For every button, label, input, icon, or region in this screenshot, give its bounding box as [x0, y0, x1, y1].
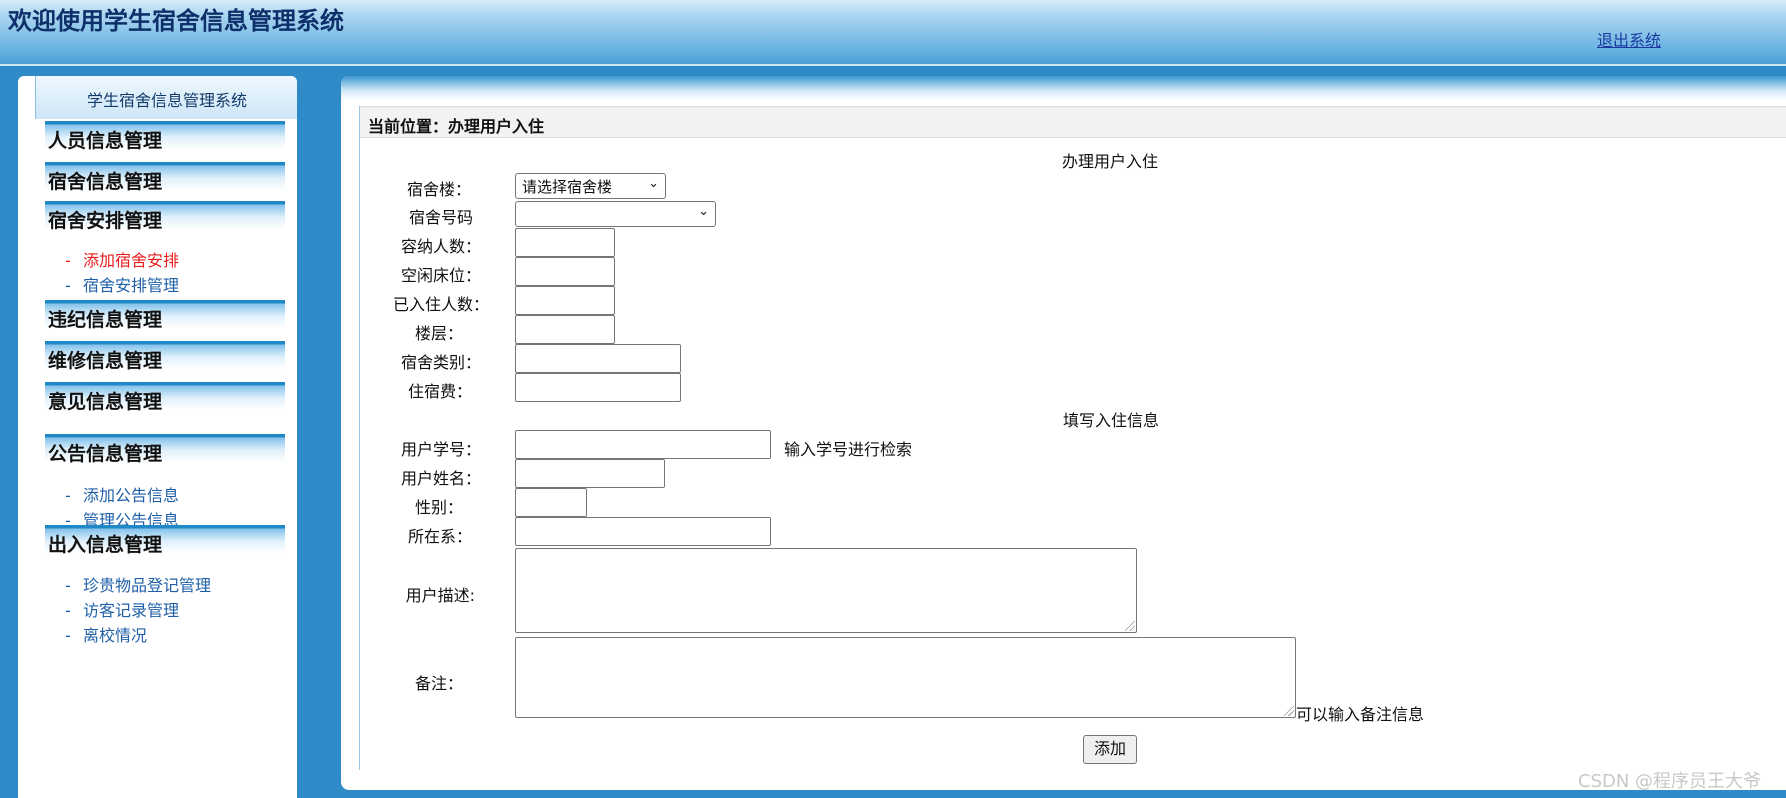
sidebar-item-label: 宿舍信息管理	[48, 171, 163, 193]
free-beds-field[interactable]	[515, 257, 615, 286]
building-label: 宿舍楼：	[406, 180, 471, 199]
occupied-field[interactable]	[515, 286, 615, 315]
sidebar-item-repair[interactable]: 维修信息管理	[45, 341, 285, 372]
fee-label: 住宿费：	[407, 382, 472, 401]
floor-field[interactable]	[515, 315, 615, 344]
sidebar-item-label: 宿舍安排管理	[48, 210, 163, 232]
name-field[interactable]	[515, 459, 665, 488]
occupied-label: 已入住人数：	[392, 295, 489, 314]
description-label: 用户描述:	[405, 586, 475, 605]
resize-grip-icon[interactable]	[1284, 706, 1294, 716]
sidebar-item-label: 出入信息管理	[48, 534, 163, 556]
remark-label: 备注：	[414, 674, 463, 693]
sidebar-link-visitors[interactable]: - 访客记录管理	[65, 597, 179, 621]
site-title: 欢迎使用学生宿舍信息管理系统	[8, 7, 344, 35]
building-select-value: 请选择宿舍楼	[522, 178, 613, 196]
remark-hint: 可以输入备注信息	[1296, 705, 1425, 724]
breadcrumb: 当前位置：办理用户入住	[360, 106, 1786, 138]
student-id-field[interactable]	[515, 430, 771, 459]
capacity-field[interactable]	[515, 228, 615, 257]
sidebar-link-valuables[interactable]: - 珍贵物品登记管理	[65, 572, 211, 596]
sidebar-item-label: 违纪信息管理	[48, 309, 163, 331]
department-field[interactable]	[515, 517, 771, 546]
sidebar-link-add-announcement[interactable]: - 添加公告信息	[65, 482, 179, 506]
remark-textarea[interactable]	[515, 637, 1296, 718]
name-label: 用户姓名：	[400, 469, 481, 488]
sidebar-item-dorm-info[interactable]: 宿舍信息管理	[45, 162, 285, 193]
sidebar-item-label: 人员信息管理	[48, 130, 163, 152]
sidebar-link-add-arrangement[interactable]: - 添加宿舍安排	[65, 247, 179, 271]
free-beds-label: 空闲床位：	[400, 266, 481, 285]
fee-field[interactable]	[515, 373, 681, 402]
department-label: 所在系：	[407, 527, 472, 546]
chevron-down-icon: ⌄	[648, 176, 659, 191]
chevron-down-icon: ⌄	[698, 204, 709, 219]
section-title-fill-info: 填写入住信息	[1063, 411, 1160, 430]
sidebar-item-feedback[interactable]: 意见信息管理	[45, 382, 285, 413]
dorm-type-label: 宿舍类别：	[400, 353, 481, 372]
sidebar-link-manage-arrangement[interactable]: - 宿舍安排管理	[65, 272, 179, 296]
sidebar-item-label: 意见信息管理	[48, 391, 163, 413]
sidebar-item-personnel[interactable]: 人员信息管理	[45, 121, 285, 152]
room-label: 宿舍号码	[408, 208, 473, 227]
sidebar-item-label: 公告信息管理	[48, 443, 163, 465]
resize-grip-icon[interactable]	[1125, 621, 1135, 631]
dorm-type-field[interactable]	[515, 344, 681, 373]
sidebar-title: 学生宿舍信息管理系统	[86, 91, 247, 110]
sidebar-item-access[interactable]: 出入信息管理	[45, 525, 285, 556]
floor-label: 楼层：	[414, 324, 463, 343]
building-select[interactable]: 请选择宿舍楼 ⌄	[515, 173, 666, 199]
sidebar: 学生宿舍信息管理系统 人员信息管理 宿舍信息管理 宿舍安排管理 - 添加宿舍安排 …	[18, 76, 297, 798]
room-select[interactable]: ⌄	[515, 201, 716, 227]
main-panel: 当前位置：办理用户入住 办理用户入住 宿舍楼： 请选择宿舍楼 ⌄ 宿舍号码 ⌄ …	[341, 76, 1786, 790]
sidebar-link-leave-school[interactable]: - 离校情况	[65, 622, 147, 646]
student-id-hint: 输入学号进行检索	[784, 440, 913, 459]
student-id-label: 用户学号：	[400, 440, 481, 459]
sidebar-item-dorm-arrangement[interactable]: 宿舍安排管理	[45, 201, 285, 232]
top-banner: 欢迎使用学生宿舍信息管理系统 退出系统	[0, 0, 1786, 66]
breadcrumb-text: 当前位置：办理用户入住	[368, 117, 545, 136]
sidebar-header: 学生宿舍信息管理系统	[35, 76, 297, 119]
sidebar-item-label: 维修信息管理	[48, 350, 163, 372]
add-button[interactable]: 添加	[1083, 735, 1137, 764]
watermark: CSDN @程序员王大爷	[1578, 771, 1762, 792]
panel-top-gradient	[341, 76, 1786, 100]
section-title-checkin: 办理用户入住	[1062, 152, 1159, 171]
logout-link[interactable]: 退出系统	[1597, 27, 1661, 51]
gender-field[interactable]	[515, 488, 587, 517]
sidebar-item-discipline[interactable]: 违纪信息管理	[45, 300, 285, 331]
gender-label: 性别：	[414, 498, 463, 517]
capacity-label: 容纳人数：	[400, 237, 481, 256]
description-textarea[interactable]	[515, 548, 1137, 633]
sidebar-item-announcement[interactable]: 公告信息管理	[45, 434, 285, 465]
